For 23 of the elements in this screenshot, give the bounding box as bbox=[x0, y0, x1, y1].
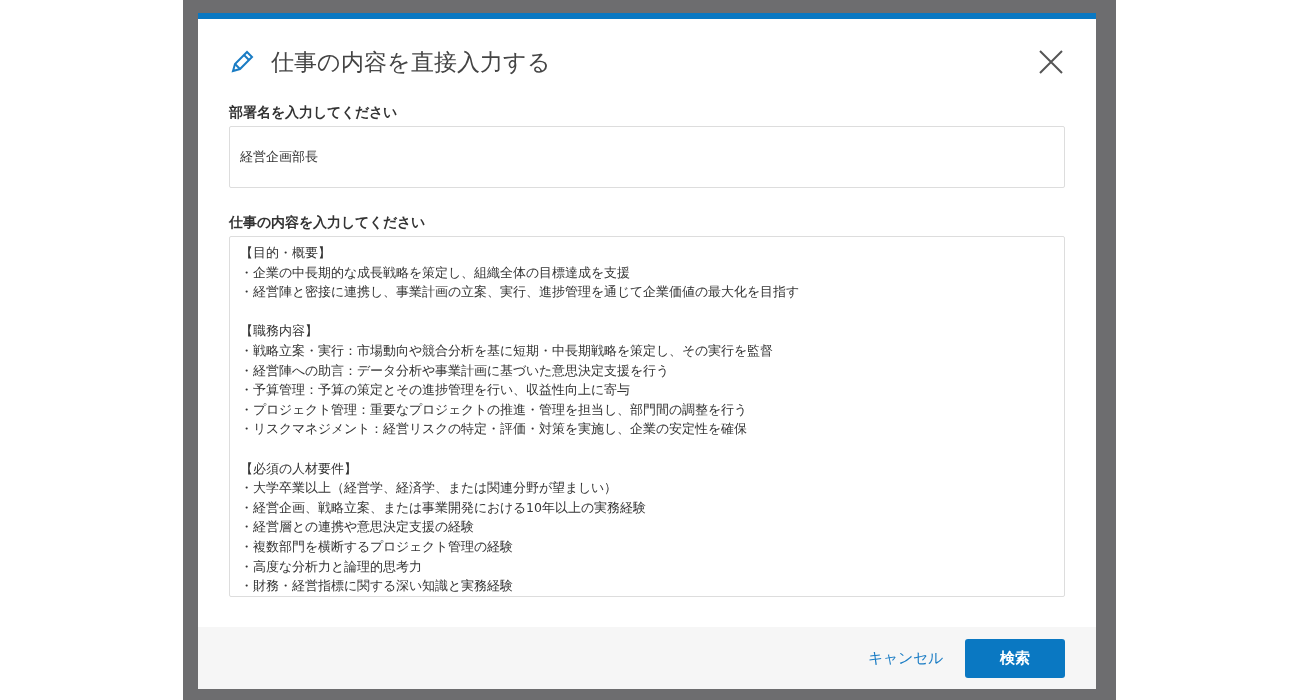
text-line: ・戦略立案・実行：市場動向や競合分析を基に短期・中長期戦略を策定し、その実行を監督 bbox=[240, 341, 773, 360]
text-line: ・経営層との連携や意思決定支援の経験 bbox=[240, 518, 474, 537]
job-description-textarea[interactable] bbox=[229, 236, 1065, 597]
text-line: ・プロジェクト管理：重要なプロジェクトの推進・管理を担当し、部門間の調整を行う bbox=[240, 400, 747, 419]
text-line: ・リスクマネジメント：経営リスクの特定・評価・対策を実施し、企業の安定性を確保 bbox=[240, 420, 747, 439]
text-line: ・複数部門を横断するプロジェクト管理の経験 bbox=[240, 537, 513, 556]
section-heading: 【目的・概要】 bbox=[240, 244, 331, 262]
text-line: ・予算管理：予算の策定とその進捗管理を行い、収益性向上に寄与 bbox=[240, 381, 630, 400]
text-line: ・大学卒業以上（経営学、経済学、または関連分野が望ましい） bbox=[240, 479, 617, 498]
text-line: ・高度な分析力と論理的思考力 bbox=[240, 557, 422, 576]
field-label: 仕事の内容を入力してください bbox=[229, 212, 426, 232]
cancel-link[interactable]: キャンセル bbox=[868, 646, 943, 670]
text-line: ・企業の中長期的な成長戦略を策定し、組織全体の目標達成を支援 bbox=[240, 263, 630, 282]
text-line: ・財務・経営指標に関する深い知識と実務経験 bbox=[240, 577, 513, 596]
dialog-title: 仕事の内容を直接入力する bbox=[271, 48, 551, 77]
field-label: 部署名を入力してください bbox=[229, 102, 398, 122]
text-line: ・経営陣と密接に連携し、事業計画の立案、実行、進捗管理を通じて企業価値の最大化を目指す bbox=[240, 283, 799, 302]
text-line: ・経営陣への助言：データ分析や事業計画に基づいた意思決定支援を行う bbox=[240, 361, 669, 380]
text-line: ・経営企画、戦略立案、または事業開発における10年以上の実務経験 bbox=[240, 498, 646, 517]
section-heading: 【必須の人材要件】 bbox=[240, 459, 357, 478]
section-heading: 【職務内容】 bbox=[240, 322, 318, 341]
department-input[interactable]: 経営企画部長 bbox=[229, 125, 1065, 188]
search-button[interactable]: 検索 bbox=[965, 638, 1065, 678]
